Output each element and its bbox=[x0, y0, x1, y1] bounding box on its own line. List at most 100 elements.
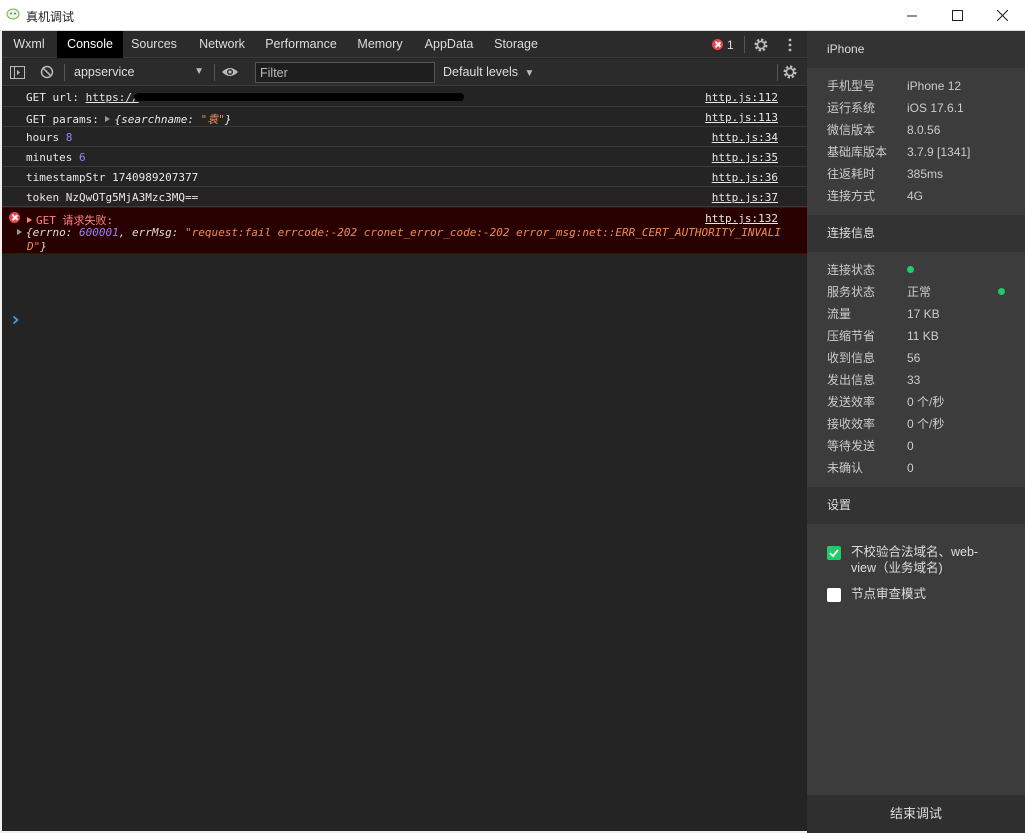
filter-input[interactable] bbox=[255, 62, 435, 83]
divider bbox=[64, 64, 65, 81]
source-link[interactable]: http.js:35 bbox=[712, 151, 778, 164]
error-close: } bbox=[40, 240, 47, 253]
settings-header: 设置 bbox=[807, 487, 1025, 524]
info-row: 运行系统 iOS 17.6.1 bbox=[827, 97, 1017, 119]
info-value: iOS 17.6.1 bbox=[907, 101, 964, 115]
tab-performance[interactable]: Performance bbox=[260, 31, 342, 58]
log-levels-select[interactable]: Default levels ▼ bbox=[443, 62, 534, 82]
status-dot-icon bbox=[907, 266, 914, 273]
context-select[interactable]: appservice ▼ bbox=[68, 62, 208, 82]
expand-triangle-icon[interactable] bbox=[27, 217, 32, 223]
log-number: 6 bbox=[78, 151, 86, 164]
info-key: 微信版本 bbox=[827, 123, 876, 137]
info-value: 0 个/秒 bbox=[907, 395, 945, 409]
tab-appdata[interactable]: AppData bbox=[418, 31, 480, 58]
console-error-row: GET 请求失败: http.js:132 {errno: 600001, er… bbox=[2, 207, 807, 254]
info-key: 接收效率 bbox=[827, 417, 876, 431]
info-key: 手机型号 bbox=[827, 79, 876, 93]
info-value: 8.0.56 bbox=[907, 123, 941, 137]
info-key: 压缩节省 bbox=[827, 329, 876, 343]
tab-network[interactable]: Network bbox=[191, 31, 253, 58]
info-value: 0 个/秒 bbox=[907, 417, 945, 431]
info-row: 连接方式 4G bbox=[827, 185, 1017, 207]
source-link[interactable]: http.js:132 bbox=[705, 212, 778, 225]
device-header: iPhone bbox=[807, 31, 1025, 68]
source-link[interactable]: http.js:37 bbox=[712, 191, 778, 204]
console-row: GET params: {searchname: "袁"} http.js:11… bbox=[2, 107, 807, 127]
redaction-mark bbox=[134, 93, 464, 101]
log-value: 1740989207377 bbox=[112, 171, 199, 184]
error-icon bbox=[9, 212, 20, 223]
checkbox-checked[interactable] bbox=[827, 546, 841, 560]
context-value: appservice bbox=[74, 65, 135, 79]
log-message: GET url: https:// bbox=[26, 91, 139, 104]
dropdown-arrow-icon: ▼ bbox=[194, 66, 204, 77]
tab-memory[interactable]: Memory bbox=[351, 31, 409, 58]
sidebar-toggle-icon[interactable] bbox=[10, 65, 25, 80]
source-link[interactable]: http.js:36 bbox=[712, 171, 778, 184]
setting-label: 节点审查模式 bbox=[851, 587, 927, 601]
close-icon bbox=[996, 10, 1008, 21]
dropdown-arrow-icon: ▼ bbox=[524, 68, 535, 79]
info-key: 服务状态 bbox=[827, 285, 876, 299]
wechat-devtools-icon bbox=[6, 8, 20, 20]
info-row: 等待发送 0 bbox=[827, 435, 1017, 457]
object-close: } bbox=[224, 113, 232, 126]
devtools-main: Wxml Console Sources Network Performance… bbox=[2, 31, 807, 831]
tab-sources[interactable]: Sources bbox=[126, 31, 182, 58]
eye-icon[interactable] bbox=[221, 66, 239, 78]
info-row: 未确认 0 bbox=[827, 457, 1017, 479]
console-row: GET url: https:// http.js:112 bbox=[2, 87, 807, 107]
info-row: 往返耗时 385ms bbox=[827, 163, 1017, 185]
end-debug-button[interactable]: 结束调试 bbox=[807, 795, 1025, 833]
expand-triangle-icon[interactable] bbox=[105, 116, 111, 122]
settings-gear-icon[interactable] bbox=[753, 37, 769, 53]
console-row: timestampStr 1740989207377 http.js:36 bbox=[2, 167, 807, 187]
info-key: 流量 bbox=[827, 307, 852, 321]
maximize-icon bbox=[951, 10, 963, 21]
error-counter[interactable]: 1 bbox=[712, 37, 734, 52]
tab-wxml[interactable]: Wxml bbox=[5, 31, 53, 58]
info-key: 连接方式 bbox=[827, 189, 876, 203]
info-value: 11 KB bbox=[907, 329, 939, 343]
more-vertical-icon[interactable] bbox=[787, 38, 793, 52]
clear-console-icon[interactable] bbox=[40, 65, 54, 79]
title-bar: 真机调试 bbox=[0, 0, 1025, 31]
minimize-button[interactable] bbox=[889, 0, 935, 31]
info-key: 未确认 bbox=[827, 461, 864, 475]
log-message: token NzQwOTg5MjA3Mzc3MQ== bbox=[26, 191, 198, 204]
setting-node-inspect-mode[interactable]: 节点审查模式 bbox=[827, 586, 1007, 606]
source-link[interactable]: http.js:113 bbox=[705, 111, 778, 124]
setting-skip-domain-check[interactable]: 不校验合法域名、web-view（业务域名) bbox=[827, 544, 1007, 578]
close-button[interactable] bbox=[979, 0, 1025, 31]
checkbox-unchecked[interactable] bbox=[827, 588, 841, 602]
setting-label: 不校验合法域名、web-view（业务域名) bbox=[851, 545, 979, 575]
source-link[interactable]: http.js:34 bbox=[712, 131, 778, 144]
device-panel: iPhone 手机型号 iPhone 12 运行系统 iOS 17.6.1 微信版本… bbox=[807, 31, 1025, 833]
maximize-button[interactable] bbox=[934, 0, 980, 31]
source-link[interactable]: http.js:112 bbox=[705, 91, 778, 104]
console-row: token NzQwOTg5MjA3Mzc3MQ== http.js:37 bbox=[2, 187, 807, 207]
info-key: 运行系统 bbox=[827, 101, 876, 115]
log-label: minutes bbox=[26, 151, 73, 164]
console-output: GET url: https:// http.js:112 GET params… bbox=[2, 87, 807, 254]
log-number: 8 bbox=[65, 131, 73, 144]
info-row: 流量 17 KB bbox=[827, 303, 1017, 325]
connection-header: 连接信息 bbox=[807, 215, 1025, 252]
info-row: 收到信息 56 bbox=[827, 347, 1017, 369]
error-key: , errMsg: bbox=[118, 226, 185, 239]
tab-console[interactable]: Console bbox=[57, 31, 123, 58]
log-message: minutes 6 bbox=[26, 151, 86, 164]
info-row: 服务状态 正常 bbox=[827, 281, 1017, 303]
tab-storage[interactable]: Storage bbox=[489, 31, 543, 58]
error-key: {errno: bbox=[26, 226, 79, 239]
devtools-tabbar: Wxml Console Sources Network Performance… bbox=[2, 31, 807, 58]
info-value: 4G bbox=[907, 189, 924, 203]
console-prompt[interactable] bbox=[12, 314, 802, 330]
log-url[interactable]: https:// bbox=[86, 91, 139, 104]
info-row: 压缩节省 11 KB bbox=[827, 325, 1017, 347]
log-label: hours bbox=[26, 131, 60, 144]
console-settings-gear-icon[interactable] bbox=[782, 64, 798, 80]
expand-triangle-icon[interactable] bbox=[17, 229, 22, 235]
info-value: 56 bbox=[907, 351, 921, 365]
